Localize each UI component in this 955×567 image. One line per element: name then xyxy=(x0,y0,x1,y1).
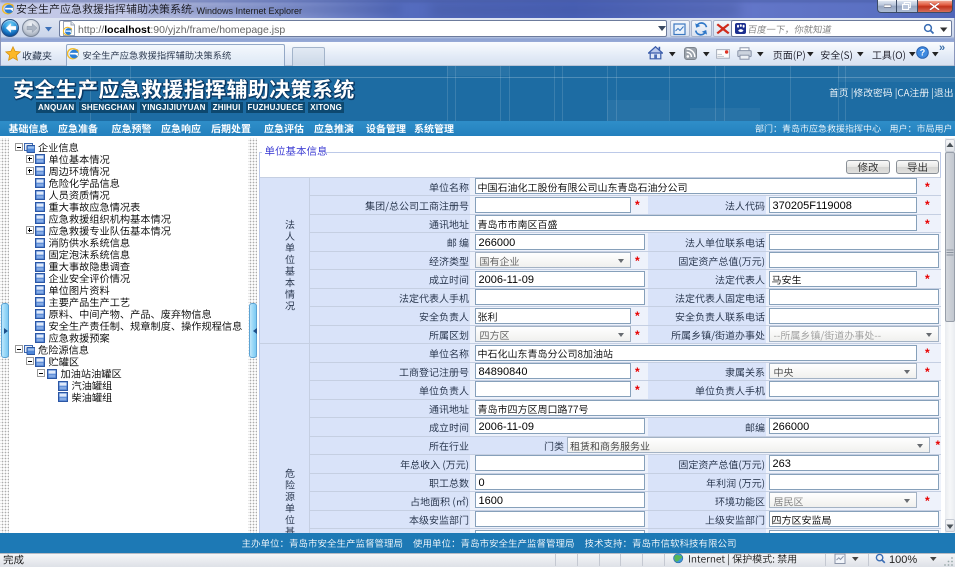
svg-text:?: ? xyxy=(920,48,926,58)
